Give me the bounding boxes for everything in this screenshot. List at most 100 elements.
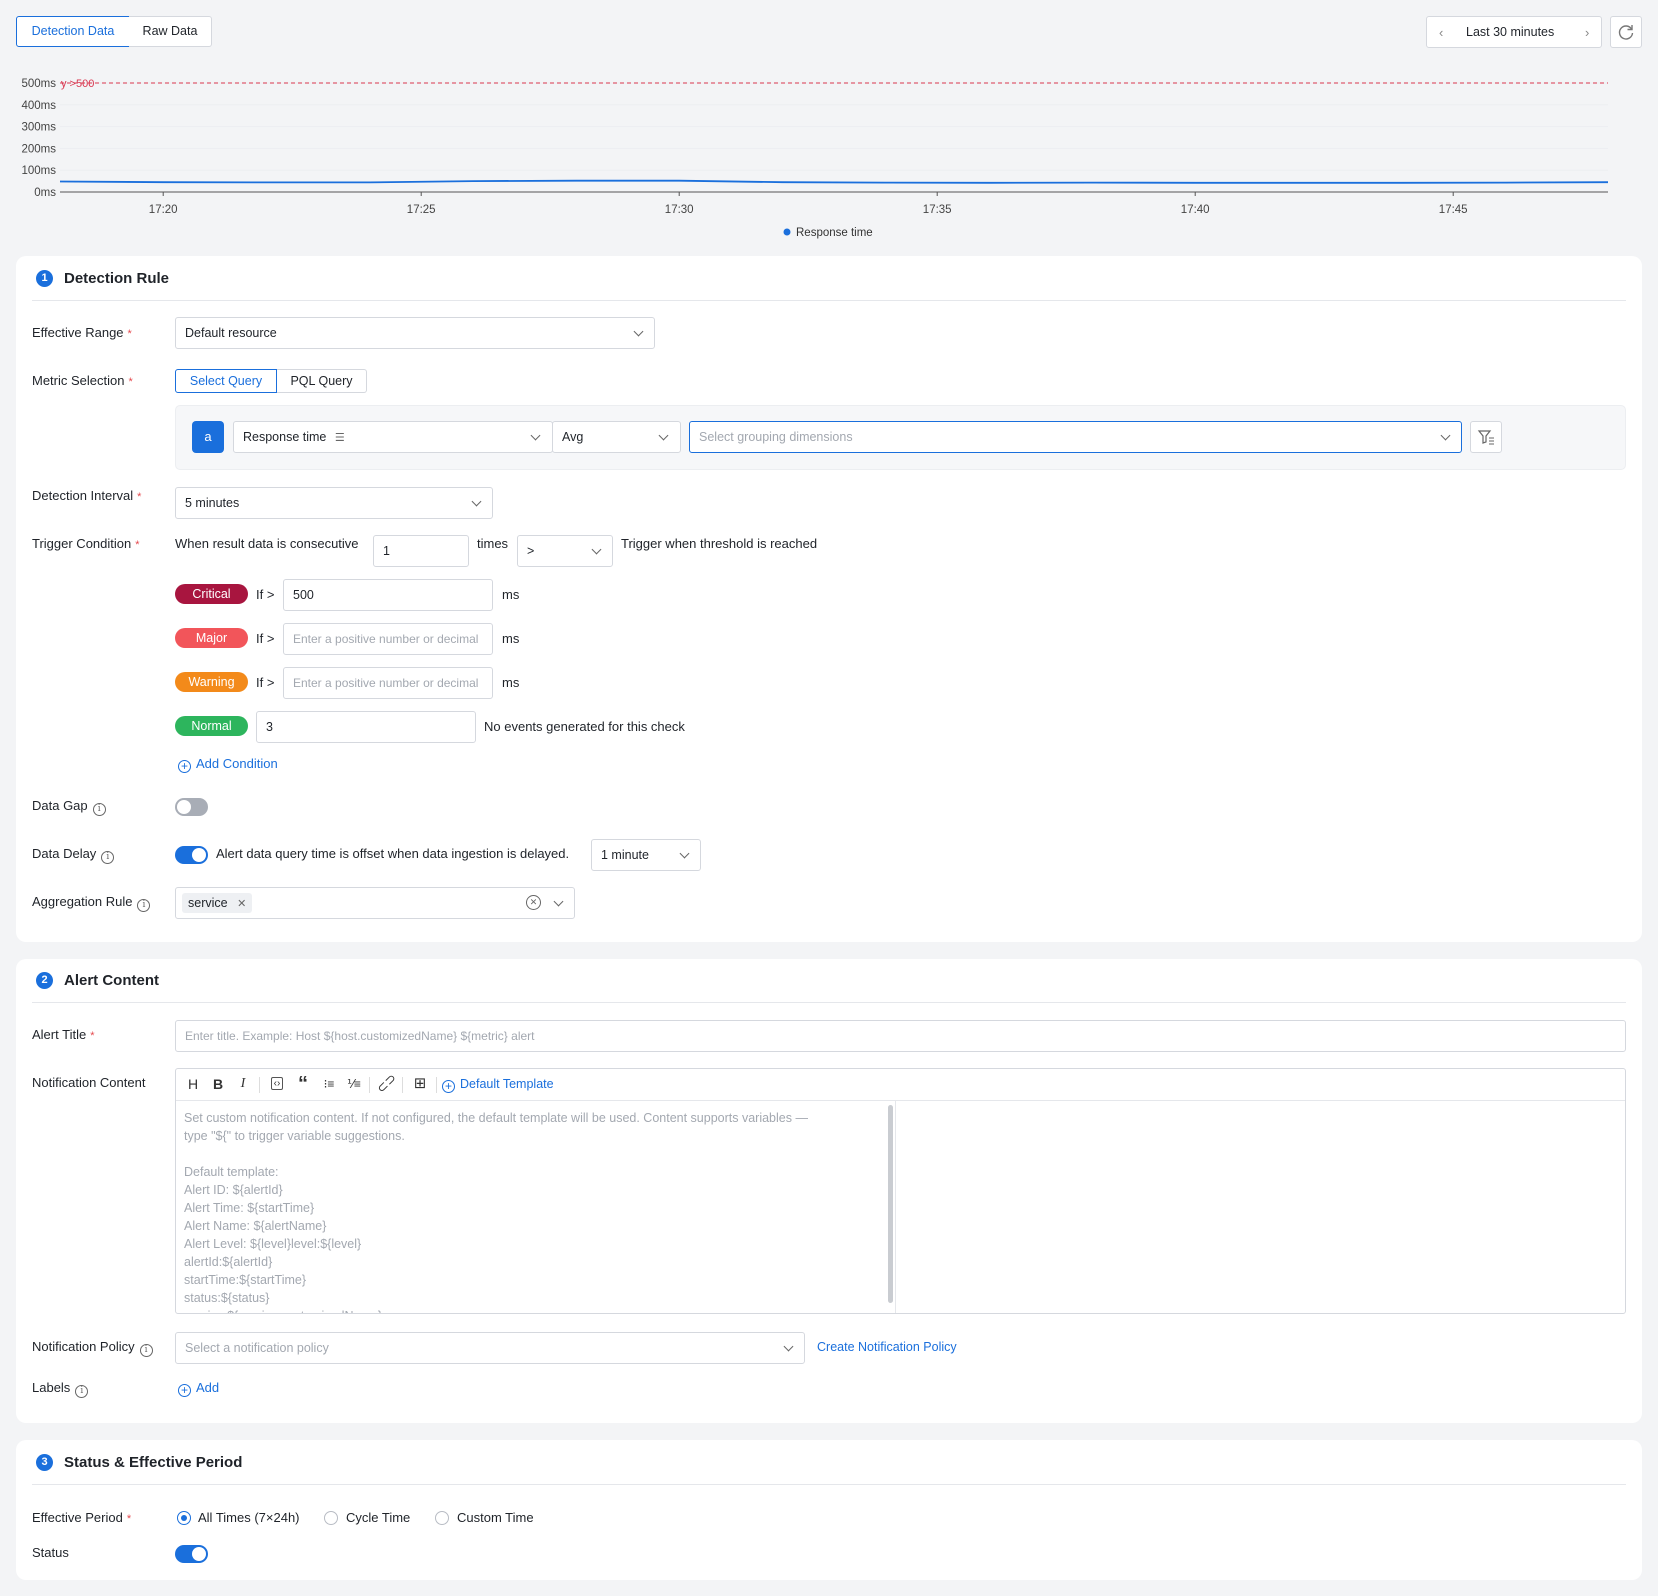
warning-threshold-input[interactable]: Enter a positive number or decimal	[283, 667, 493, 699]
detection-interval-label: Detection Interval *	[32, 488, 142, 503]
series-line	[59, 179, 1609, 184]
normal-level-badge: Normal	[175, 716, 248, 736]
step-number: 1	[36, 270, 53, 287]
chevron-down-icon	[679, 848, 690, 859]
radio-all-times[interactable]	[177, 1511, 191, 1525]
editor-placeholder-line: status:${status}	[184, 1291, 270, 1305]
tag-close-icon[interactable]: ✕	[237, 898, 246, 910]
trigger-suffix-text: Trigger when threshold is reached	[621, 536, 818, 551]
link-icon[interactable]: ⊂⊃	[368, 1066, 403, 1101]
filter-button[interactable]	[1470, 421, 1502, 453]
editor-preview	[897, 1101, 1625, 1313]
refresh-button[interactable]	[1610, 16, 1642, 48]
major-threshold-input[interactable]: Enter a positive number or decimal	[283, 623, 493, 655]
info-icon: i	[75, 1385, 89, 1398]
italic-icon[interactable]: I	[234, 1069, 252, 1099]
add-label-button[interactable]: + Add	[178, 1380, 219, 1397]
alert-title-input[interactable]: Enter title. Example: Host ${host.custom…	[175, 1020, 1626, 1052]
notification-policy-select[interactable]: Select a notification policy	[175, 1332, 805, 1364]
default-template-button[interactable]: + Default Template	[442, 1077, 554, 1093]
critical-level-badge: Critical	[175, 584, 248, 604]
aggregation-rule-select[interactable]: service ✕ ✕	[175, 887, 575, 919]
plus-circle-icon: +	[178, 760, 191, 773]
chevron-right-icon[interactable]: ›	[1585, 25, 1589, 40]
time-range-picker[interactable]: ‹ Last 30 minutes ›	[1426, 16, 1602, 48]
normal-count-input[interactable]: 3	[256, 711, 476, 743]
if-label: If >	[256, 631, 275, 646]
effective-range-select[interactable]: Default resource	[175, 317, 655, 349]
x-tick-label: 17:20	[149, 204, 178, 216]
editor-scrollbar[interactable]	[888, 1105, 893, 1303]
table-icon[interactable]: ⊞	[410, 1069, 430, 1099]
editor-placeholder-line: Alert ID: ${alertId}	[184, 1183, 283, 1197]
chevron-down-icon	[530, 430, 541, 441]
radio-label: Cycle Time	[346, 1510, 411, 1525]
y-tick-label: 400ms	[21, 100, 56, 112]
select-query-button[interactable]: Select Query	[175, 369, 277, 393]
y-tick-label: 100ms	[21, 165, 56, 177]
labels-label: Labels i	[32, 1380, 89, 1398]
status-toggle[interactable]	[175, 1545, 208, 1563]
chevron-down-icon	[633, 326, 644, 337]
alert-content-panel: 2 Alert Content Alert Title * Enter title…	[16, 959, 1642, 1423]
section-title: Status & Effective Period	[64, 1454, 243, 1471]
metric-select[interactable]: Response time ☰	[233, 421, 553, 453]
editor-placeholder-line: alertId:${alertId}	[184, 1255, 273, 1269]
major-level-badge: Major	[175, 628, 248, 648]
aggregation-rule-label: Aggregation Rule i	[32, 894, 151, 912]
chevron-down-icon	[591, 544, 602, 555]
plus-circle-icon: +	[442, 1080, 455, 1093]
pql-query-button[interactable]: PQL Query	[277, 369, 367, 393]
section-title: Detection Rule	[64, 270, 170, 287]
consecutive-count-input[interactable]: 1	[373, 535, 469, 567]
radio-label: Custom Time	[457, 1510, 534, 1525]
radio-label: All Times (7×24h)	[198, 1510, 300, 1525]
alert-title-label: Alert Title *	[32, 1027, 95, 1042]
tab-detection-data[interactable]: Detection Data	[16, 16, 130, 47]
chevron-down-icon	[553, 896, 564, 907]
create-notification-policy-link[interactable]: Create Notification Policy	[817, 1340, 957, 1354]
add-condition-button[interactable]: + Add Condition	[178, 756, 278, 773]
chevron-down-icon	[658, 430, 669, 441]
section-title: Alert Content	[64, 972, 159, 989]
chevron-left-icon[interactable]: ‹	[1439, 25, 1443, 40]
unit-label: ms	[502, 631, 520, 646]
bullet-list-icon[interactable]: ⁝≡	[319, 1069, 339, 1099]
effective-range-label: Effective Range *	[32, 325, 132, 340]
refresh-icon	[1618, 25, 1634, 40]
chevron-down-icon	[471, 496, 482, 507]
detection-interval-select[interactable]: 5 minutes	[175, 487, 493, 519]
ordered-list-icon[interactable]: ⅟≡	[344, 1069, 364, 1099]
heading-icon[interactable]: H	[184, 1069, 202, 1099]
effective-period-label: Effective Period *	[32, 1510, 132, 1525]
radio-custom-time[interactable]	[435, 1511, 449, 1525]
editor-placeholder-line: Alert Name: ${alertName}	[184, 1219, 327, 1233]
aggregate-select[interactable]: Avg	[552, 421, 681, 453]
clear-circle-icon[interactable]: ✕	[526, 895, 541, 910]
chevron-down-icon	[783, 1341, 794, 1352]
data-delay-select[interactable]: 1 minute	[591, 839, 701, 871]
data-gap-toggle[interactable]	[175, 798, 208, 816]
x-tick-label: 17:25	[407, 204, 436, 216]
warning-level-badge: Warning	[175, 672, 248, 692]
quote-icon[interactable]: “	[293, 1069, 313, 1099]
step-number: 2	[36, 972, 53, 989]
status-period-panel: 3 Status & Effective Period Effective Pe…	[16, 1440, 1642, 1580]
code-block-icon[interactable]: ‹›	[267, 1069, 287, 1099]
times-text: times	[477, 536, 509, 551]
radio-cycle-time[interactable]	[324, 1511, 338, 1525]
operator-select[interactable]: >	[517, 535, 613, 567]
editor-placeholder-line: Default template:	[184, 1165, 279, 1179]
critical-threshold-input[interactable]: 500	[283, 579, 493, 611]
y-tick-label: 300ms	[21, 122, 56, 134]
bold-icon[interactable]: B	[209, 1069, 227, 1099]
editor-textarea[interactable]: Set custom notification content. If not …	[176, 1101, 896, 1313]
trigger-prefix-text: When result data is consecutive	[175, 536, 359, 551]
step-number: 3	[36, 1454, 53, 1471]
query-builder: a Response time ☰ Avg Select grouping di…	[175, 405, 1626, 470]
tab-raw-data[interactable]: Raw Data	[129, 16, 212, 47]
data-delay-toggle[interactable]	[175, 846, 208, 864]
legend-dot	[783, 228, 791, 236]
grouping-dimensions-select[interactable]: Select grouping dimensions	[689, 421, 1462, 453]
y-tick-label: 500ms	[21, 78, 56, 90]
